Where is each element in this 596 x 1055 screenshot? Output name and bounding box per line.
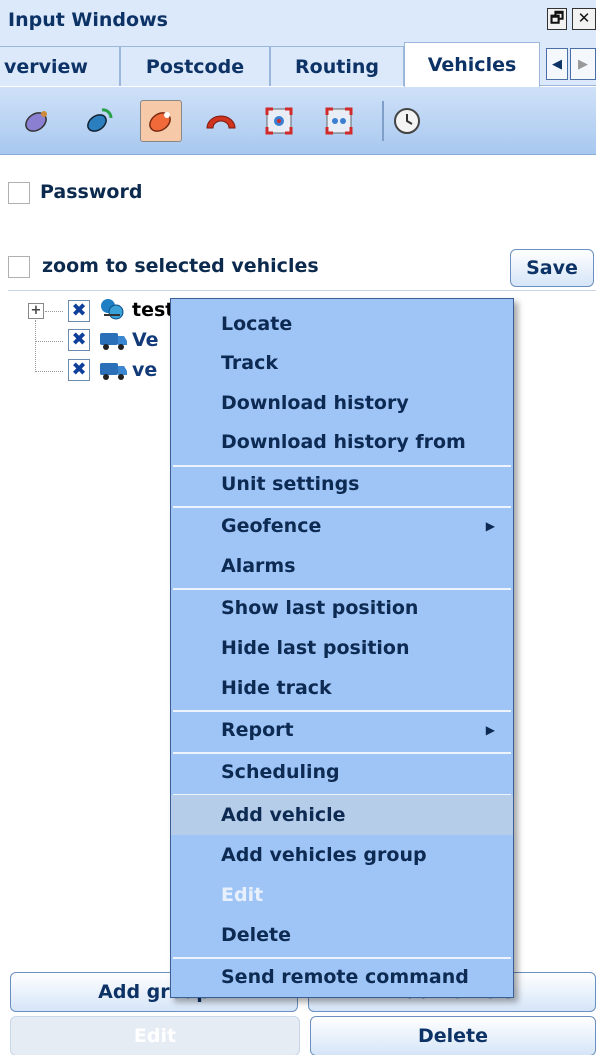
window-title: Input Windows (8, 9, 168, 31)
zoom-fit-icon[interactable] (318, 100, 360, 142)
tree-item-vehicle[interactable]: ve (132, 359, 157, 381)
menu-item-unit-settings[interactable]: Unit settings (171, 465, 513, 503)
tab-scroll-left-icon[interactable]: ◀ (546, 48, 568, 80)
save-button[interactable]: Save (510, 249, 594, 287)
tree-connector (35, 341, 63, 342)
tab-overview[interactable]: verview (0, 46, 120, 86)
menu-item-download-history-from[interactable]: Download history from (171, 423, 513, 461)
tab-vehicles[interactable]: Vehicles (404, 42, 540, 87)
satellite-dish-icon[interactable] (16, 100, 58, 142)
menu-item-label: Track (221, 352, 278, 374)
tree-item-vehicle[interactable]: Ve (132, 329, 159, 351)
vehicle-icon (98, 329, 128, 356)
menu-item-hide-track[interactable]: Hide track (171, 669, 513, 707)
menu-item-label: Alarms (221, 555, 296, 577)
menu-item-label: Hide last position (221, 637, 410, 659)
menu-item-scheduling[interactable]: Scheduling (171, 753, 513, 791)
window-titlebar: Input Windows (0, 0, 596, 40)
menu-item-label: Unit settings (221, 473, 360, 495)
refresh-satellite-icon[interactable] (78, 100, 120, 142)
tree-item-group[interactable]: test (132, 299, 174, 321)
menu-item-alarms[interactable]: Alarms (171, 547, 513, 585)
tab-postcode[interactable]: Postcode (120, 46, 270, 86)
menu-item-send-remote-command[interactable]: Send remote command (171, 958, 513, 996)
tab-scroll-right-icon[interactable]: ▶ (570, 48, 596, 80)
delete-button[interactable]: Delete (310, 1016, 596, 1055)
menu-item-locate[interactable]: Locate (171, 305, 513, 343)
menu-item-label: Add vehicles group (221, 844, 427, 866)
tab-routing[interactable]: Routing (270, 46, 404, 86)
vehicle-toolbar (0, 87, 596, 155)
menu-item-add-vehicle[interactable]: Add vehicle (171, 795, 513, 835)
tab-strip: verview Postcode Routing Vehicles ◀ ▶ (0, 40, 596, 87)
menu-item-label: Report (221, 719, 294, 741)
menu-item-add-vehicles-group[interactable]: Add vehicles group (171, 836, 513, 874)
menu-item-label: Hide track (221, 677, 332, 699)
toolbar-separator (382, 101, 384, 141)
edit-button[interactable]: Edit (10, 1016, 300, 1055)
vehicle-checkbox[interactable]: ✖ (68, 329, 90, 351)
menu-item-hide-last-position[interactable]: Hide last position (171, 629, 513, 667)
menu-item-label: Locate (221, 313, 293, 335)
tree-connector (45, 311, 63, 312)
group-icon (98, 297, 126, 328)
menu-item-label: Add vehicle (221, 804, 346, 826)
menu-item-geofence[interactable]: Geofence ▶ (171, 507, 513, 545)
vehicle-checkbox[interactable]: ✖ (68, 359, 90, 381)
tree-connector (35, 320, 36, 372)
menu-item-label: Show last position (221, 597, 419, 619)
group-checkbox[interactable]: ✖ (68, 300, 90, 322)
menu-item-label: Download history (221, 392, 409, 414)
menu-item-track[interactable]: Track (171, 344, 513, 382)
menu-item-edit[interactable]: Edit (171, 876, 513, 914)
close-window-icon[interactable]: ✕ (572, 8, 596, 30)
tree-expand-icon[interactable]: + (28, 303, 44, 319)
tree-connector (35, 371, 63, 372)
menu-item-label: Download history from (221, 431, 466, 453)
context-menu: Locate Track Download history Download h… (170, 298, 514, 998)
zoom-selected-label: zoom to selected vehicles (42, 255, 319, 277)
submenu-arrow-icon: ▶ (485, 519, 495, 533)
menu-item-label: Delete (221, 924, 292, 946)
menu-item-show-last-position[interactable]: Show last position (171, 589, 513, 627)
menu-item-report[interactable]: Report ▶ (171, 711, 513, 749)
menu-item-label: Send remote command (221, 966, 469, 988)
red-arc-icon[interactable] (200, 100, 242, 142)
restore-window-icon[interactable]: 🗗 (547, 8, 567, 30)
clock-icon[interactable] (386, 100, 428, 142)
submenu-arrow-icon: ▶ (485, 723, 495, 737)
active-dish-icon[interactable] (140, 100, 182, 142)
menu-item-label: Scheduling (221, 761, 340, 783)
menu-item-download-history[interactable]: Download history (171, 384, 513, 422)
menu-item-label: Geofence (221, 515, 322, 537)
zoom-target-icon[interactable] (258, 100, 300, 142)
menu-item-delete[interactable]: Delete (171, 916, 513, 954)
zoom-selected-checkbox[interactable] (8, 256, 30, 278)
password-label: Password (40, 181, 143, 203)
password-checkbox[interactable] (8, 182, 30, 204)
menu-item-label: Edit (221, 884, 264, 906)
vehicle-icon (98, 359, 128, 386)
